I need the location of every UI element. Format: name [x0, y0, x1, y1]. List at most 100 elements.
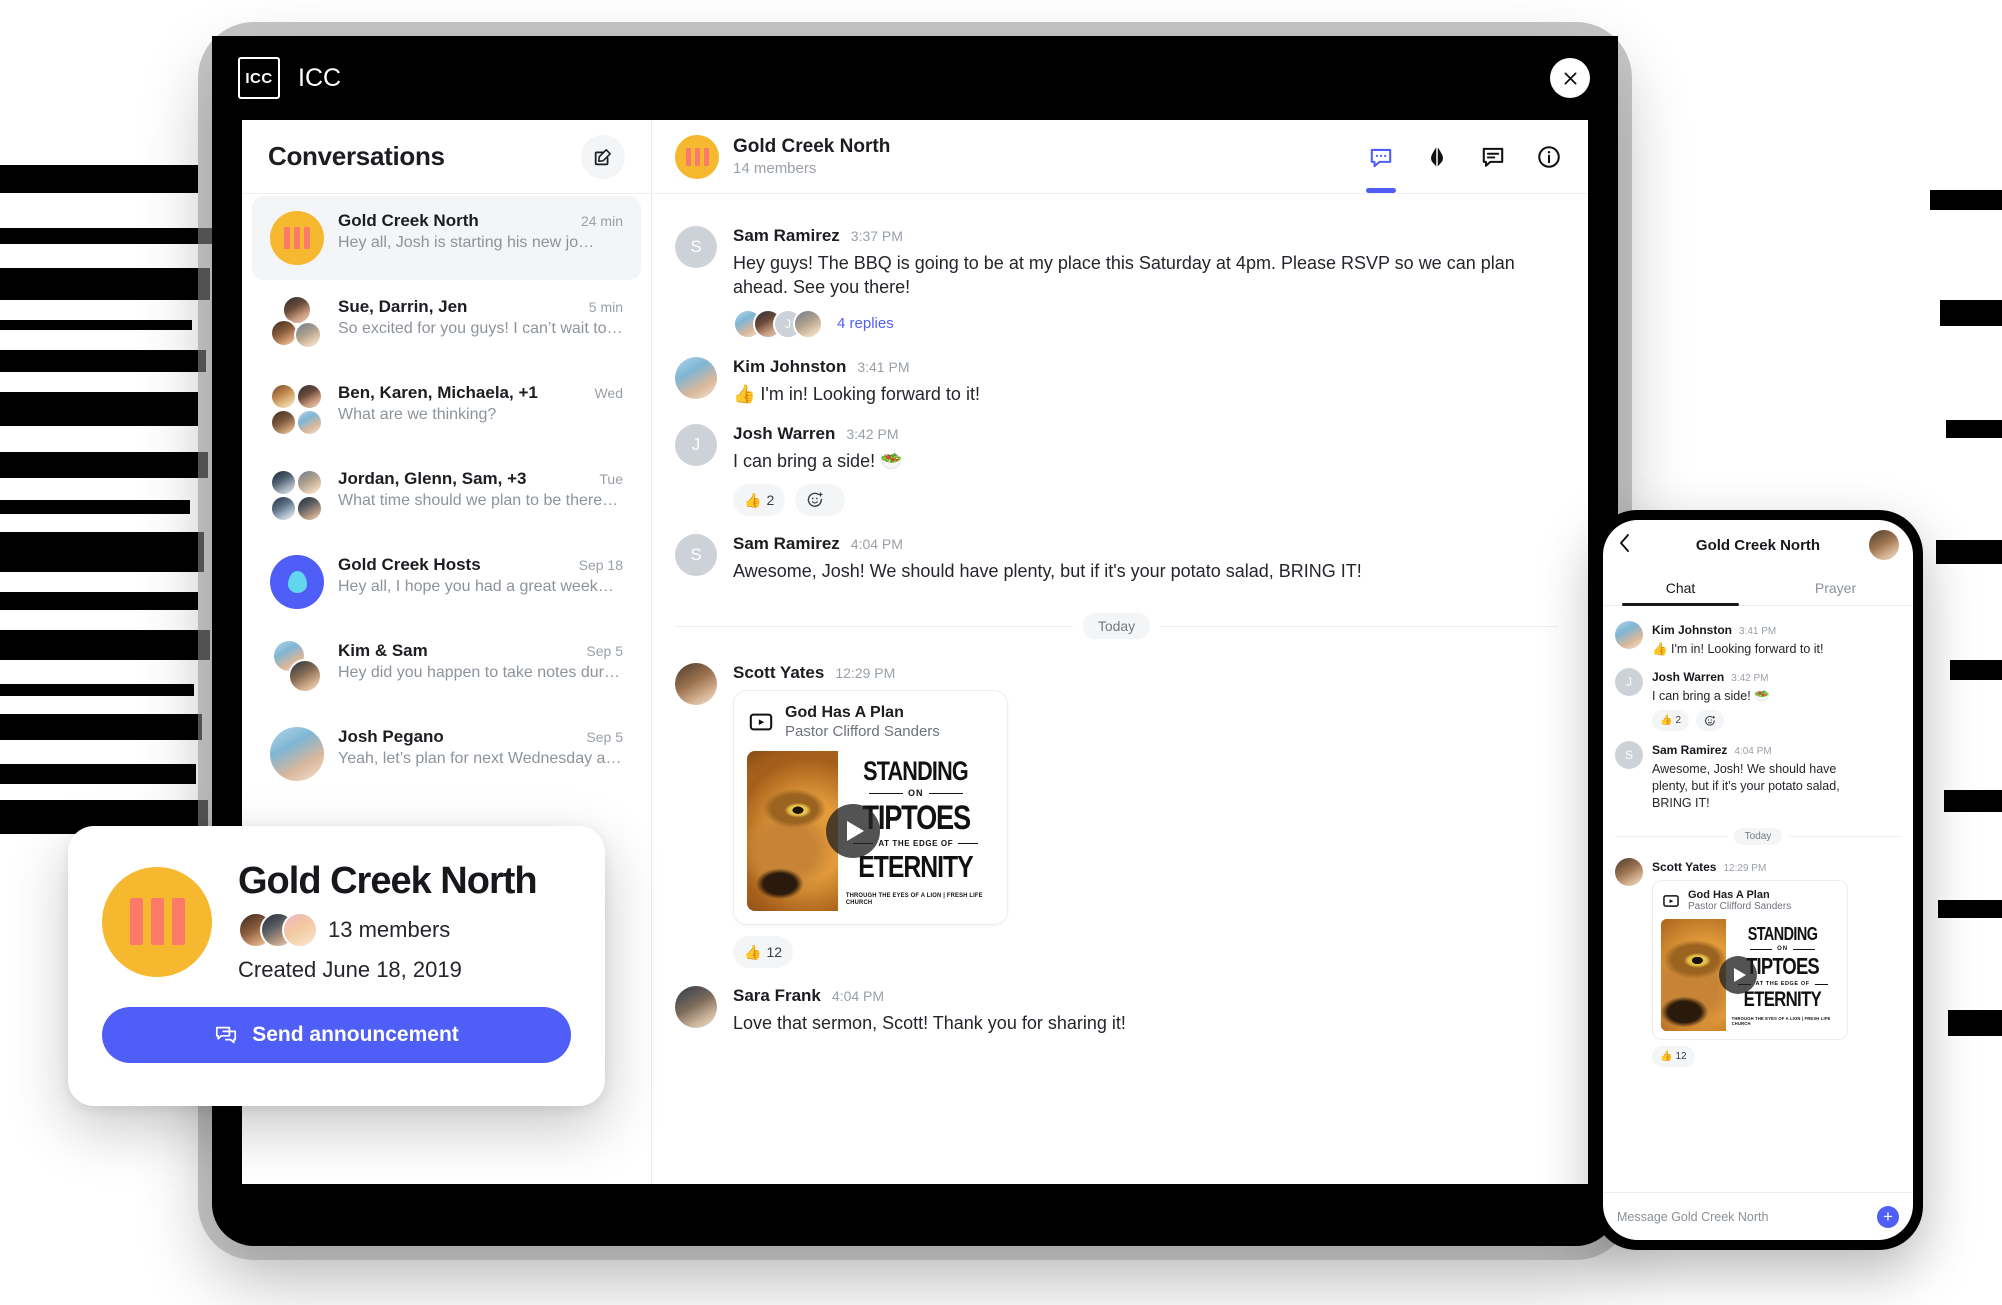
- decor-stripe: [0, 764, 196, 784]
- conversation-item-jordan-glenn-sam[interactable]: Jordan, Glenn, Sam, +3 Tue What time sho…: [252, 454, 641, 538]
- tab-chat[interactable]: Chat: [1603, 570, 1758, 606]
- add-reaction-icon: [1705, 715, 1716, 726]
- message-time: 4:04 PM: [1734, 746, 1772, 758]
- avatar[interactable]: [1869, 530, 1899, 560]
- reaction-bar: 👍 2: [733, 484, 1558, 517]
- sermon-speaker: Pastor Clifford Sanders: [785, 723, 940, 741]
- icc-logo-text: ICC: [245, 69, 273, 87]
- message-time: 4:04 PM: [831, 988, 885, 1005]
- message-time: 3:41 PM: [1739, 626, 1777, 637]
- video-icon: [747, 709, 774, 736]
- reaction-thumbsup[interactable]: 👍 2: [1652, 710, 1690, 732]
- avatar: [296, 495, 323, 522]
- conversation-time: Tue: [599, 471, 623, 487]
- conversation-avatar: [270, 211, 324, 265]
- decor-stripe: [0, 714, 202, 740]
- avatar-initial: J: [1626, 674, 1632, 689]
- thread-replies-link[interactable]: 4 replies: [837, 315, 894, 332]
- message-row: Kim Johnston 3:41 PM 👍 I'm in! Looking f…: [653, 347, 1588, 414]
- message-author: Scott Yates: [1652, 860, 1717, 875]
- tab-prayer[interactable]: [1424, 120, 1450, 193]
- decor-stripe: [1940, 300, 2002, 326]
- add-reaction-button[interactable]: [795, 484, 846, 517]
- decor-stripe: [0, 532, 204, 572]
- conversation-item-gold-creek-hosts[interactable]: Gold Creek Hosts Sep 18 Hey all, I hope …: [252, 540, 641, 624]
- decor-stripe: [1948, 1010, 2002, 1036]
- compose-button[interactable]: [581, 134, 625, 179]
- avatar: [294, 321, 322, 349]
- send-announcement-button[interactable]: Send announcement: [102, 1007, 571, 1063]
- group-member-count: 13 members: [328, 917, 451, 942]
- message-input-placeholder[interactable]: Message Gold Creek North: [1617, 1210, 1768, 1224]
- reaction-thumbsup[interactable]: 👍 12: [733, 936, 794, 969]
- play-icon[interactable]: [826, 804, 881, 859]
- plus-icon[interactable]: +: [1877, 1205, 1899, 1228]
- conversation-time: Sep 5: [586, 729, 623, 745]
- avatar-stack: [270, 639, 324, 695]
- conversation-item-josh-pegano[interactable]: Josh Pegano Sep 5 Yeah, let’s plan for n…: [252, 712, 641, 796]
- conversation-preview: Hey all, I hope you had a great week…: [338, 578, 614, 595]
- decor-stripe: [0, 165, 198, 193]
- group-avatar-gold-icon: [102, 866, 212, 977]
- group-avatar-blue-icon: [270, 555, 324, 609]
- praying-hands-icon: [1431, 146, 1443, 167]
- conversation-item-gold-creek-north[interactable]: Gold Creek North 24 min Hey all, Josh is…: [252, 196, 641, 280]
- avatar-stack: [270, 295, 324, 351]
- add-reaction-button[interactable]: [1696, 710, 1725, 732]
- avatar: [270, 383, 297, 410]
- chat-tab-bar: [1366, 120, 1562, 193]
- reaction-thumbsup[interactable]: 👍 12: [1652, 1046, 1695, 1068]
- avatar: [1615, 621, 1643, 649]
- decor-stripe: [0, 500, 190, 514]
- avatar: [296, 409, 323, 436]
- conversation-name: Sue, Darrin, Jen: [338, 297, 468, 316]
- artwork-small1: ON: [838, 788, 994, 798]
- message-author: Sam Ramirez: [1652, 743, 1728, 758]
- close-button[interactable]: [1550, 58, 1590, 98]
- conversation-name: Gold Creek Hosts: [338, 555, 481, 574]
- back-button[interactable]: [1617, 532, 1633, 559]
- conversation-name: Ben, Karen, Michaela, +1: [338, 383, 538, 402]
- message-row-sermon: Scott Yates 12:29 PM God Has A Plan Past…: [1603, 853, 1913, 1072]
- sermon-thumbnail[interactable]: STANDING ON TIPTOES AT THE EDGE OF ETERN…: [747, 751, 994, 912]
- conversation-item-sue-darrin-jen[interactable]: Sue, Darrin, Jen 5 min So excited for yo…: [252, 282, 641, 366]
- tab-info[interactable]: [1536, 120, 1562, 193]
- screenshot-stage: ICC ICC Conversations Gold Creek North 2…: [0, 0, 2002, 1305]
- message-author: Sam Ramirez: [733, 534, 840, 554]
- tab-prayer[interactable]: Prayer: [1758, 570, 1913, 605]
- avatar: [793, 308, 823, 339]
- conversation-name: Jordan, Glenn, Sam, +3: [338, 469, 527, 488]
- group-created-date: Created June 18, 2019: [238, 957, 462, 982]
- thread-summary[interactable]: J 4 replies: [733, 308, 1558, 339]
- conversation-preview: Hey all, Josh is starting his new jo…: [338, 234, 595, 251]
- conversation-preview: What time should we plan to be there…: [338, 492, 619, 509]
- decor-stripe: [0, 452, 208, 478]
- sermon-thumbnail[interactable]: STANDING ON TIPTOES AT THE EDGE OF ETERN…: [1661, 919, 1839, 1032]
- avatar: [270, 727, 324, 781]
- sermon-card[interactable]: God Has A Plan Pastor Clifford Sanders S…: [1652, 880, 1848, 1041]
- lion-image: [747, 751, 838, 912]
- tab-announcements[interactable]: [1480, 120, 1506, 193]
- sermon-card[interactable]: God Has A Plan Pastor Clifford Sanders S…: [733, 690, 1008, 926]
- conversation-item-kim-sam[interactable]: Kim & Sam Sep 5 Hey did you happen to ta…: [252, 626, 641, 710]
- lion-image: [1661, 919, 1727, 1032]
- artwork-line3: ETERNITY: [858, 849, 974, 885]
- play-icon[interactable]: [1718, 956, 1757, 995]
- conversation-time: Sep 18: [578, 557, 623, 573]
- chat-panel: Gold Creek North 14 members S Sam Ramire…: [653, 120, 1588, 1184]
- reaction-thumbsup[interactable]: 👍 2: [733, 484, 786, 517]
- avatar-stack: [270, 469, 324, 523]
- day-divider: Today: [675, 613, 1559, 640]
- conversation-item-ben-karen-michaela[interactable]: Ben, Karen, Michaela, +1 Wed What are we…: [252, 368, 641, 452]
- avatar: [282, 912, 318, 948]
- active-tab-underline: [1366, 188, 1396, 193]
- artwork-footer: THROUGH THE EYES OF A LION | FRESH LIFE …: [1731, 1016, 1831, 1027]
- reaction-bar: 👍 12: [733, 936, 1558, 969]
- message-text: 👍 I'm in! Looking forward to it!: [733, 383, 980, 404]
- compose-icon: [594, 148, 611, 165]
- app-title: ICC: [298, 63, 342, 92]
- tab-chat[interactable]: [1366, 120, 1396, 193]
- artwork-line3: ETERNITY: [1743, 988, 1822, 1012]
- reaction-count: 2: [1675, 715, 1682, 727]
- thumbsup-icon: 👍: [744, 943, 762, 960]
